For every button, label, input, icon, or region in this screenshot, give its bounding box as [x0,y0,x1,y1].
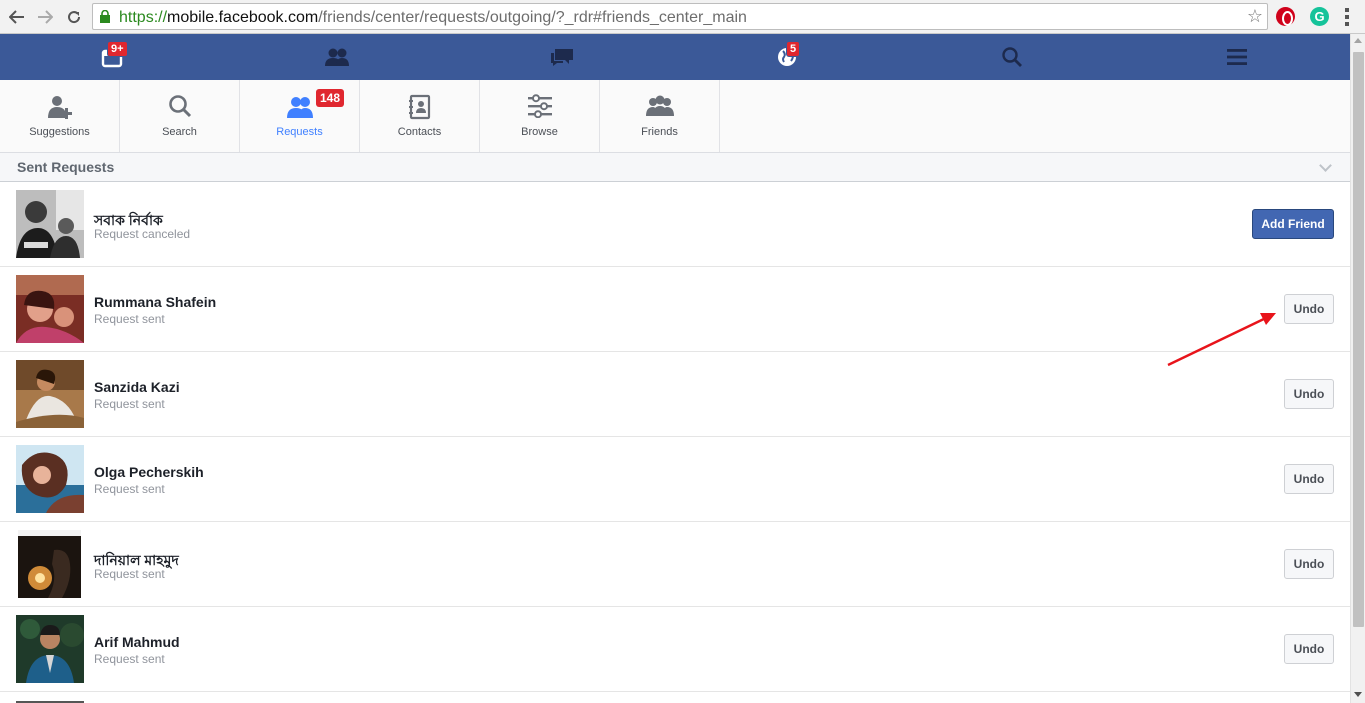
browser-toolbar: https://mobile.facebook.com/friends/cent… [0,0,1365,34]
tab-friends[interactable]: Friends [600,80,720,152]
menu-tab[interactable] [1224,45,1250,69]
sliders-icon [480,94,599,120]
avatar[interactable] [16,190,84,258]
list-item: Rummana Shafein Request sent Undo [0,267,1350,352]
page-scrollbar[interactable] [1350,34,1365,703]
sent-requests-list: সবাক নির্বাক Request canceled Add Friend… [0,182,1350,703]
list-item: Sanzida Kazi Request sent Undo [0,352,1350,437]
lock-icon [100,10,110,23]
globe-badge: 5 [786,41,801,57]
notifications-tab[interactable]: 9+ [99,41,128,69]
avatar[interactable] [16,445,84,513]
friend-requests-tab[interactable] [324,45,350,69]
messages-tab[interactable] [549,45,575,69]
undo-button[interactable]: Undo [1284,379,1334,409]
avatar[interactable] [16,275,84,343]
tab-label: Suggestions [29,126,90,138]
avatar[interactable] [16,360,84,428]
tab-label: Browse [521,126,558,138]
adblock-extension-icon[interactable] [1276,7,1295,26]
requester-name[interactable]: Olga Pecherskih [94,464,204,480]
friends-icon [600,94,719,120]
avatar[interactable] [18,530,81,598]
hamburger-menu-icon [1227,49,1247,65]
messages-icon [551,49,573,66]
request-status: Request canceled [94,227,191,241]
search-icon [120,94,239,120]
tab-label: Contacts [397,126,442,138]
request-status: Request sent [94,312,165,326]
browser-menu-icon[interactable] [1345,8,1349,26]
tab-label: Requests [276,126,323,138]
forward-arrow-icon[interactable] [33,5,57,29]
globe-notifications-tab[interactable]: 5 [774,41,801,69]
request-status: Request sent [94,652,165,666]
scroll-down-arrow-icon[interactable] [1354,692,1362,697]
avatar[interactable] [16,615,84,683]
sent-requests-header[interactable]: Sent Requests [0,153,1350,182]
requester-name[interactable]: Arif Mahmud [94,634,180,650]
request-status: Request sent [94,567,165,581]
add-person-icon [0,94,119,120]
tab-label: Search [162,126,197,138]
tab-suggestions[interactable]: Suggestions [0,80,120,152]
contacts-book-icon [360,94,479,120]
reload-icon[interactable] [62,5,86,29]
request-status: Request sent [94,482,165,496]
chevron-down-icon[interactable] [1319,159,1332,172]
scrollbar-thumb[interactable] [1353,52,1364,627]
request-status: Request sent [94,397,165,411]
section-title: Sent Requests [17,159,115,175]
friends-icon [325,48,349,66]
scroll-up-arrow-icon[interactable] [1354,38,1362,43]
list-item: Arif Mahmud Request sent Undo [0,607,1350,692]
requester-name[interactable]: Sanzida Kazi [94,379,180,395]
back-arrow-icon[interactable] [5,5,29,29]
list-item [0,692,1350,703]
tab-requests[interactable]: 148 Requests [240,80,360,152]
list-item: দানিয়াল মাহমুদ Request sent Undo [0,522,1350,607]
list-item: সবাক নির্বাক Request canceled Add Friend [0,182,1350,267]
tab-search[interactable]: Search [120,80,240,152]
tab-browse[interactable]: Browse [480,80,600,152]
search-icon [1002,47,1022,67]
address-bar[interactable]: https://mobile.facebook.com/friends/cent… [92,3,1268,30]
requester-name[interactable]: Rummana Shafein [94,294,216,310]
list-item: Olga Pecherskih Request sent Undo [0,437,1350,522]
friends-center-tabs: Suggestions Search 148 Requests Contacts… [0,80,1350,153]
grammarly-extension-icon[interactable]: G [1310,7,1329,26]
undo-button[interactable]: Undo [1284,464,1334,494]
url-text: https://mobile.facebook.com/friends/cent… [119,9,747,26]
requests-count-badge: 148 [316,89,345,107]
facebook-top-bar: 9+ 5 [0,34,1350,80]
undo-button[interactable]: Undo [1284,294,1334,324]
add-friend-button[interactable]: Add Friend [1252,209,1334,239]
tab-contacts[interactable]: Contacts [360,80,480,152]
undo-button[interactable]: Undo [1284,634,1334,664]
tab-label: Friends [641,126,678,138]
undo-button[interactable]: Undo [1284,549,1334,579]
notifications-badge: 9+ [107,41,128,57]
bookmark-star-icon[interactable]: ☆ [1247,6,1263,27]
search-tab[interactable] [999,45,1025,69]
